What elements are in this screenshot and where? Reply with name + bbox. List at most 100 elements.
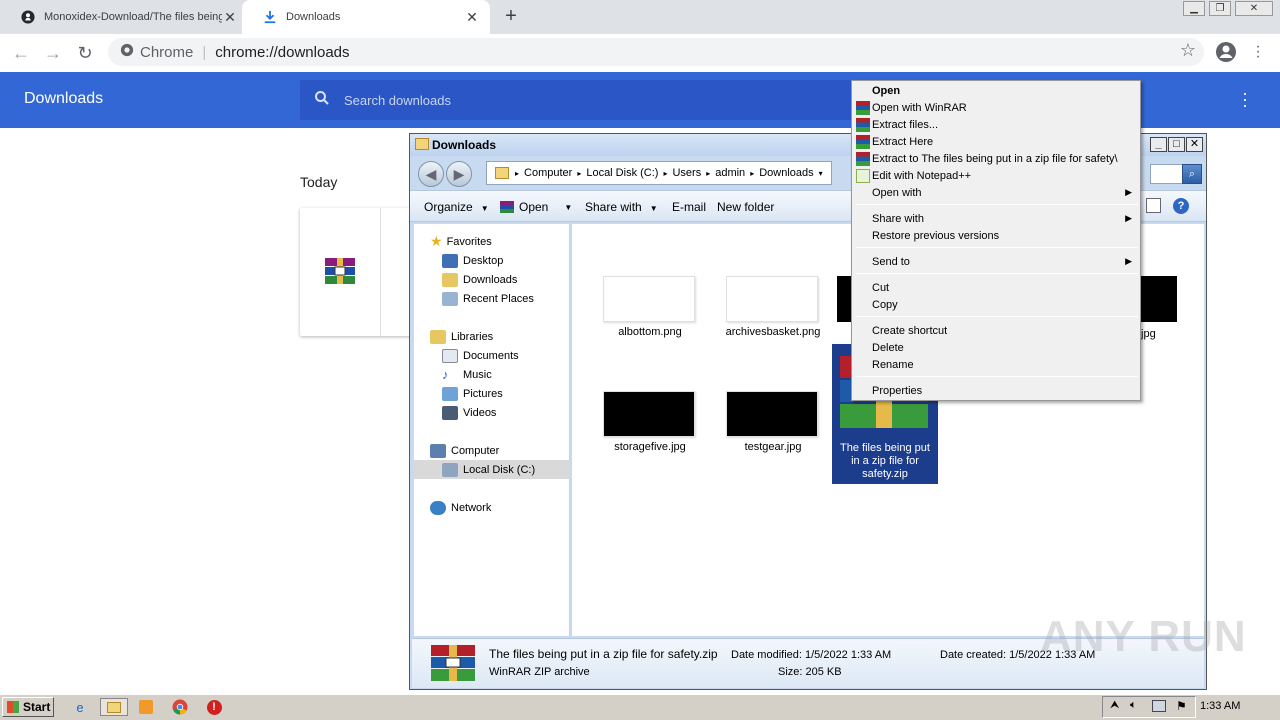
menu-item-extract-files[interactable]: Extract files... bbox=[854, 116, 1138, 133]
address-bar[interactable]: Chrome | chrome://downloads bbox=[108, 38, 1204, 66]
help-icon[interactable]: ? bbox=[1173, 198, 1189, 214]
file-item[interactable]: albottom.png bbox=[590, 276, 710, 338]
chrome-taskbar-icon[interactable] bbox=[170, 698, 190, 716]
new-tab-button[interactable]: + bbox=[500, 6, 522, 28]
file-item[interactable]: testgear.jpg bbox=[713, 391, 833, 453]
image-thumbnail[interactable] bbox=[1137, 276, 1177, 322]
date-section-label: Today bbox=[300, 174, 338, 190]
downloads-menu-icon[interactable]: · · · bbox=[1238, 84, 1252, 114]
breadcrumb-admin[interactable]: admin bbox=[715, 167, 745, 179]
github-icon bbox=[20, 9, 36, 25]
context-menu: Open Open with WinRAR Extract files... E… bbox=[851, 80, 1141, 401]
menu-item-restore-previous[interactable]: Restore previous versions bbox=[854, 227, 1138, 244]
email-button[interactable]: E-mail bbox=[672, 200, 706, 214]
minimize-button[interactable]: _ bbox=[1150, 137, 1167, 152]
close-tab-icon[interactable]: ✕ bbox=[464, 9, 480, 26]
bookmark-star-icon[interactable]: ☆ bbox=[1180, 40, 1196, 61]
back-button[interactable]: ← bbox=[10, 42, 32, 64]
breadcrumb-arrow-icon[interactable]: ▸ bbox=[577, 169, 581, 178]
notepadpp-icon bbox=[856, 168, 870, 183]
nav-local-disk[interactable]: Local Disk (C:) bbox=[414, 460, 570, 479]
breadcrumb-arrow-icon[interactable]: ▸ bbox=[663, 169, 667, 178]
new-folder-button[interactable]: New folder bbox=[717, 200, 774, 214]
close-tab-icon[interactable]: ✕ bbox=[222, 9, 238, 26]
menu-item-edit-notepadpp[interactable]: Edit with Notepad++ bbox=[854, 167, 1138, 184]
start-button[interactable]: Start bbox=[2, 697, 54, 717]
taskbar-clock[interactable]: 1:33 AM bbox=[1200, 700, 1240, 712]
taskbar bbox=[0, 694, 1280, 720]
videos-icon bbox=[442, 405, 458, 420]
file-item[interactable]: archivesbasket.png bbox=[713, 276, 833, 338]
action-center-flag-icon[interactable]: ⚑ bbox=[1176, 699, 1187, 713]
reload-button[interactable]: ↻ bbox=[74, 42, 96, 64]
menu-item-properties[interactable]: Properties bbox=[854, 382, 1138, 399]
menu-separator bbox=[856, 273, 1138, 274]
close-button[interactable]: ✕ bbox=[1186, 137, 1203, 152]
search-icon bbox=[314, 90, 330, 111]
chrome-menu-icon[interactable]: · · · bbox=[1252, 39, 1264, 65]
back-button[interactable]: ◀ bbox=[418, 161, 444, 187]
explorer-address-bar[interactable]: ▸ Computer ▸ Local Disk (C:) ▸ Users ▸ a… bbox=[486, 161, 832, 185]
breadcrumb-computer[interactable]: Computer bbox=[524, 167, 572, 179]
search-downloads-input[interactable]: Search downloads bbox=[300, 80, 860, 120]
menu-item-open-with[interactable]: Open with ▶ bbox=[854, 184, 1138, 201]
breadcrumb-users[interactable]: Users bbox=[672, 167, 701, 179]
menu-item-copy[interactable]: Copy bbox=[854, 296, 1138, 313]
download-item-card[interactable] bbox=[300, 208, 420, 336]
menu-item-send-to[interactable]: Send to ▶ bbox=[854, 253, 1138, 270]
menu-item-share-with[interactable]: Share with ▶ bbox=[854, 210, 1138, 227]
organize-button[interactable]: Organize ▼ bbox=[424, 200, 489, 214]
navigation-pane: ★ Favorites Desktop Downloads Recent Plac… bbox=[414, 224, 570, 636]
internet-explorer-icon[interactable]: e bbox=[70, 698, 90, 716]
menu-item-open[interactable]: Open bbox=[854, 82, 1138, 99]
close-window-button[interactable]: ✕ bbox=[1235, 1, 1273, 16]
maximize-button[interactable]: □ bbox=[1168, 137, 1185, 152]
profile-avatar-icon[interactable] bbox=[1215, 41, 1237, 66]
menu-separator bbox=[856, 247, 1138, 248]
nav-favorites[interactable]: ★ Favorites bbox=[414, 232, 570, 251]
breadcrumb-local-disk[interactable]: Local Disk (C:) bbox=[586, 167, 658, 179]
nav-desktop[interactable]: Desktop bbox=[414, 251, 570, 270]
tab-github[interactable]: Monoxidex-Download/The files being put i… bbox=[0, 0, 248, 34]
breadcrumb-arrow-icon[interactable]: ▸ bbox=[750, 169, 754, 178]
menu-item-extract-to[interactable]: Extract to The files being put in a zip … bbox=[854, 150, 1138, 167]
explorer-taskbar-icon[interactable] bbox=[100, 698, 128, 716]
file-item[interactable]: storagefive.jpg bbox=[590, 391, 710, 453]
forward-button[interactable]: ▶ bbox=[446, 161, 472, 187]
nav-music[interactable]: ♪ Music bbox=[414, 365, 570, 384]
menu-item-extract-here[interactable]: Extract Here bbox=[854, 133, 1138, 150]
preview-pane-icon[interactable] bbox=[1146, 198, 1161, 213]
open-button[interactable]: Open ▼ bbox=[500, 200, 572, 214]
volume-icon[interactable]: 🔈︎ bbox=[1130, 699, 1137, 712]
breadcrumb-downloads[interactable]: Downloads bbox=[759, 167, 813, 179]
details-type: WinRAR ZIP archive bbox=[489, 666, 590, 678]
menu-item-delete[interactable]: Delete bbox=[854, 339, 1138, 356]
media-player-icon[interactable] bbox=[136, 698, 156, 716]
tab-downloads[interactable]: Downloads ✕ bbox=[242, 0, 490, 34]
nav-recent-places[interactable]: Recent Places bbox=[414, 289, 570, 308]
nav-pictures[interactable]: Pictures bbox=[414, 384, 570, 403]
nav-computer[interactable]: Computer bbox=[414, 441, 570, 460]
menu-item-create-shortcut[interactable]: Create shortcut bbox=[854, 322, 1138, 339]
tray-arrow-icon[interactable]: ⮝ bbox=[1110, 699, 1119, 712]
menu-item-cut[interactable]: Cut bbox=[854, 279, 1138, 296]
maximize-button[interactable]: ❐ bbox=[1209, 1, 1231, 16]
forward-button[interactable]: → bbox=[42, 42, 64, 64]
network-tray-icon[interactable] bbox=[1152, 700, 1166, 712]
winrar-icon bbox=[856, 117, 870, 132]
breadcrumb-dropdown-icon[interactable]: ▾ bbox=[819, 169, 823, 178]
winrar-icon bbox=[500, 201, 514, 213]
menu-item-open-with-winrar[interactable]: Open with WinRAR bbox=[854, 99, 1138, 116]
stop-sign-icon[interactable]: ! bbox=[204, 698, 224, 716]
nav-videos[interactable]: Videos bbox=[414, 403, 570, 422]
minimize-button[interactable]: ▁ bbox=[1183, 1, 1205, 16]
share-with-button[interactable]: Share with ▼ bbox=[585, 200, 658, 214]
nav-documents[interactable]: Documents bbox=[414, 346, 570, 365]
search-icon[interactable]: ⌕ bbox=[1182, 164, 1202, 184]
winrar-archive-icon bbox=[431, 645, 475, 681]
breadcrumb-arrow-icon[interactable]: ▸ bbox=[706, 169, 710, 178]
menu-item-rename[interactable]: Rename bbox=[854, 356, 1138, 373]
nav-libraries[interactable]: Libraries bbox=[414, 327, 570, 346]
nav-network[interactable]: Network bbox=[414, 498, 570, 517]
nav-downloads[interactable]: Downloads bbox=[414, 270, 570, 289]
